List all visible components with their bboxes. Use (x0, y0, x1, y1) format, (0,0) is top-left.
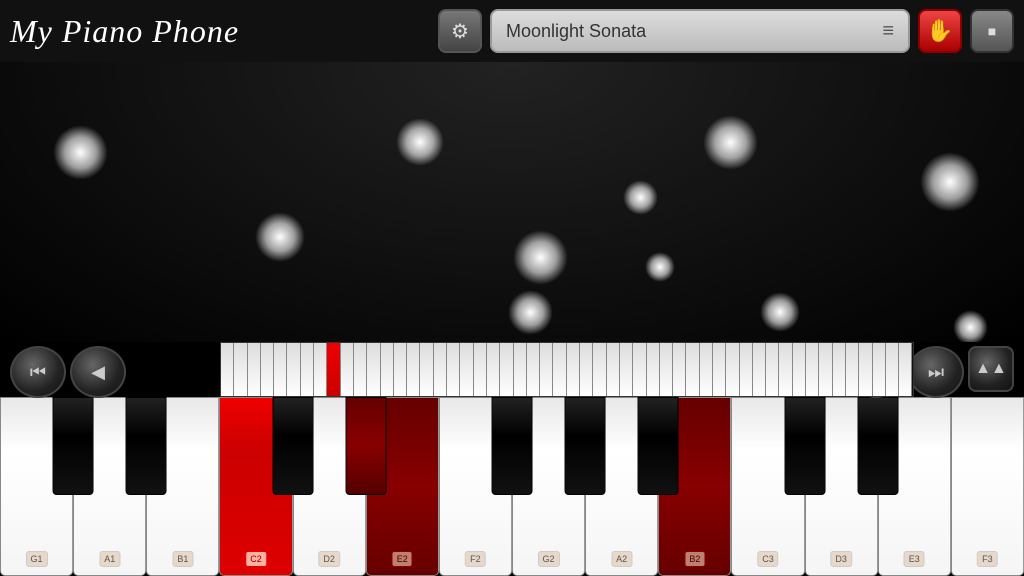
glow-dot (953, 310, 988, 343)
black-key-bb1[interactable] (126, 397, 167, 495)
controls-row: ⏮ ◀ ▶ ⏭ ▲▲ (0, 342, 1024, 402)
scroll-up-icon: ▲▲ (975, 360, 1007, 378)
glow-dot (760, 292, 800, 332)
key-label-f3: F3 (977, 551, 998, 567)
key-label-b2: B2 (684, 551, 705, 567)
glow-dot (645, 252, 675, 282)
black-key-eb2[interactable] (345, 397, 386, 495)
hand-icon: ✋ (926, 18, 953, 44)
key-label-c2: C2 (245, 551, 267, 567)
header: My Piano Phone ⚙ Moonlight Sonata ≡ ✋ ■ (0, 0, 1024, 62)
glow-dot (623, 180, 658, 215)
black-key-ab2[interactable] (565, 397, 606, 495)
header-controls: ⚙ Moonlight Sonata ≡ ✋ ■ (350, 9, 1014, 53)
key-label-a2: A2 (611, 551, 632, 567)
glow-dot (255, 212, 305, 262)
song-title-bar: Moonlight Sonata ≡ (490, 9, 910, 53)
key-label-g2: G2 (538, 551, 560, 567)
rewind-fast-button[interactable]: ⏮ (10, 346, 66, 398)
settings-button[interactable]: ⚙ (438, 9, 482, 53)
song-name: Moonlight Sonata (506, 21, 646, 42)
glow-dot (508, 290, 553, 335)
keyboard: G1 A1 B1 C2 D2 E2 F2 G2 A2 B2 C3 D3 E3 F3 (0, 397, 1024, 576)
glow-dot (396, 118, 444, 166)
key-label-d2: D2 (318, 551, 340, 567)
rewind-icon: ◀ (91, 362, 105, 383)
left-controls: ⏮ ◀ (10, 346, 126, 398)
white-key-f3[interactable]: F3 (951, 397, 1024, 576)
key-label-d3: D3 (830, 551, 852, 567)
rewind-fast-icon: ⏮ (30, 362, 46, 383)
black-keys (0, 397, 1024, 495)
scroll-button[interactable]: ▲▲ (968, 346, 1014, 392)
key-label-f2: F2 (465, 551, 486, 567)
key-label-e3: E3 (904, 551, 925, 567)
stop-button[interactable]: ■ (970, 9, 1014, 53)
key-label-e2: E2 (392, 551, 413, 567)
black-key-gb2[interactable] (492, 397, 533, 495)
key-label-b1: B1 (172, 551, 193, 567)
rewind-button[interactable]: ◀ (70, 346, 126, 398)
black-key-eb3[interactable] (857, 397, 898, 495)
hand-button[interactable]: ✋ (918, 9, 962, 53)
black-key-ab1[interactable] (53, 397, 94, 495)
forward-fast-icon: ⏭ (928, 362, 944, 383)
black-key-db2[interactable] (272, 397, 313, 495)
mini-keyboard (220, 342, 914, 397)
glow-dot (53, 125, 108, 180)
key-label-a1: A1 (99, 551, 120, 567)
black-key-bb2[interactable] (638, 397, 679, 495)
gear-icon: ⚙ (451, 19, 469, 44)
stop-icon: ■ (988, 23, 996, 39)
glow-dot (920, 152, 980, 212)
forward-fast-button[interactable]: ⏭ (908, 346, 964, 398)
piano-section: ⏮ ◀ ▶ ⏭ ▲▲ G1 A1 B1 C2 D2 E2 F2 G2 A2 B2 C3 D3 E3 F3 (0, 342, 1024, 576)
key-label-c3: C3 (757, 551, 779, 567)
menu-icon[interactable]: ≡ (882, 20, 894, 43)
glow-dot (703, 115, 758, 170)
notes-area (0, 62, 1024, 342)
black-key-db3[interactable] (784, 397, 825, 495)
app-title: My Piano Phone (10, 13, 350, 50)
glow-dot (513, 230, 568, 285)
key-label-g1: G1 (26, 551, 48, 567)
